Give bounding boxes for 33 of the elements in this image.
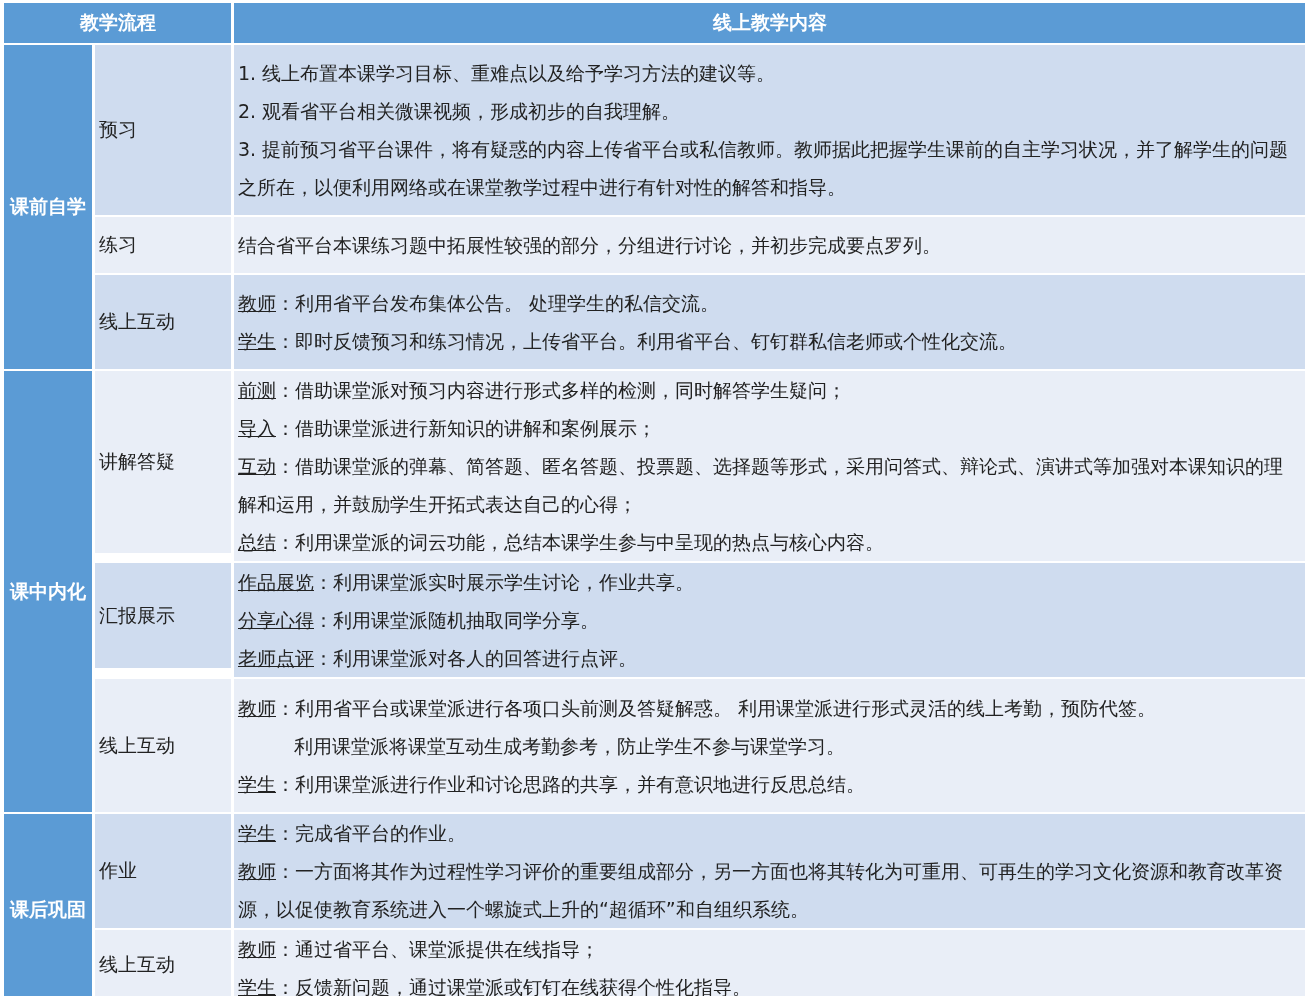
content-line: 学生：反馈新问题，通过课堂派或钉钉在线获得个性化指导。 bbox=[238, 975, 752, 996]
stage-label: 课中内化 bbox=[4, 371, 92, 812]
content-line: 1. 线上布置本课学习目标、重难点以及给予学习方法的建议等。 bbox=[238, 61, 777, 86]
content-line: 教师：一方面将其作为过程性学习评价的重要组成部分，另一方面也将其转化为可重用、可再生的学习文化资源和教育改革资源，以促使教育系统进入一个螺旋式上升的“超循环”和自组织系统。 bbox=[238, 859, 1284, 922]
step-label: 练习 bbox=[95, 217, 231, 273]
content-line: 教师：利用省平台发布集体公告。 处理学生的私信交流。 bbox=[238, 291, 721, 316]
content-line: 学生：完成省平台的作业。 bbox=[238, 821, 467, 846]
step-label: 线上互动 bbox=[95, 679, 231, 812]
content-line: 2. 观看省平台相关微课视频，形成初步的自我理解。 bbox=[238, 99, 682, 124]
content-line: 利用课堂派将课堂互动生成考勤参考，防止学生不参与课堂学习。 bbox=[293, 733, 846, 759]
step-label: 作业 bbox=[95, 814, 231, 928]
content-line: 导入：借助课堂派进行新知识的讲解和案例展示； bbox=[238, 416, 657, 441]
column-header: 线上教学内容 bbox=[234, 3, 1305, 43]
content-line: 学生：利用课堂派进行作业和讨论思路的共享，并有意识地进行反思总结。 bbox=[238, 771, 866, 797]
step-label: 汇报展示 bbox=[95, 563, 231, 668]
content-line: 学生：即时反馈预习和练习情况，上传省平台。利用省平台、钉钉群私信老师或个性化交流。 bbox=[238, 329, 1018, 354]
content-line: 作品展览：利用课堂派实时展示学生讨论，作业共享。 bbox=[238, 570, 695, 595]
content-line: 老师点评：利用课堂派对各人的回答进行点评。 bbox=[238, 646, 638, 671]
step-label: 线上互动 bbox=[95, 275, 231, 369]
content-line: 教师：通过省平台、课堂派提供在线指导； bbox=[238, 937, 600, 962]
step-label: 讲解答疑 bbox=[95, 371, 231, 553]
content-line: 3. 提前预习省平台课件，将有疑惑的内容上传省平台或私信教师。教师据此把握学生课前的自主学习状况，并了解学生的问题之所在，以便利用网络或在课堂教学过程中进行有针对性的解答和指导。 bbox=[238, 137, 1290, 200]
content-line: 前测：借助课堂派对预习内容进行形式多样的检测，同时解答学生疑问； bbox=[238, 378, 847, 403]
content-line: 结合省平台本课练习题中拓展性较强的部分，分组进行讨论，并初步完成要点罗列。 bbox=[238, 233, 942, 258]
content-line: 教师：利用省平台或课堂派进行各项口头前测及答疑解惑。 利用课堂派进行形式灵活的线上考勤，预防代签。 bbox=[238, 695, 1158, 721]
stage-label: 课前自学 bbox=[4, 45, 92, 369]
content-line: 互动：借助课堂派的弹幕、简答题、匿名答题、投票题、选择题等形式，采用问答式、辩论式、演讲式等加强对本课知识的理解和运用，并鼓励学生开拓式表达自己的心得； bbox=[238, 454, 1284, 517]
content-line: 总结：利用课堂派的词云功能，总结本课学生参与中呈现的热点与核心内容。 bbox=[238, 530, 885, 555]
step-label: 线上互动 bbox=[95, 930, 231, 996]
column-header: 教学流程 bbox=[4, 3, 231, 43]
step-label: 预习 bbox=[95, 45, 231, 215]
content-line: 分享心得：利用课堂派随机抽取同学分享。 bbox=[238, 608, 600, 633]
stage-label: 课后巩固 bbox=[4, 814, 92, 996]
